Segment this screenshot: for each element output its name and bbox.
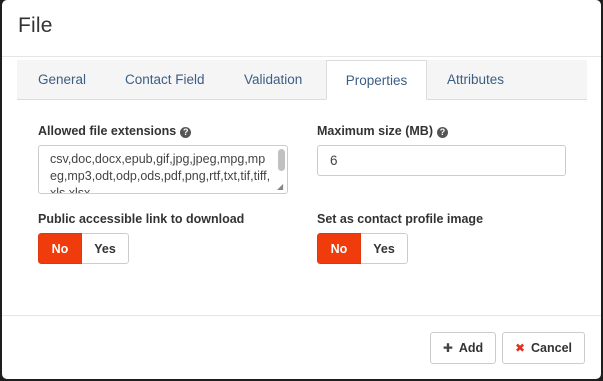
extensions-label: Allowed file extensions? (38, 124, 192, 138)
add-button-label: Add (458, 341, 484, 355)
header-divider (2, 56, 601, 57)
extensions-textarea[interactable]: csv,doc,docx,epub,gif,jpg,jpeg,mpg,mpeg,… (38, 145, 288, 194)
cancel-button-label: Cancel (531, 341, 573, 355)
tab-attributes[interactable]: Attributes (447, 60, 504, 100)
tab-bar: General Contact Field Validation Propert… (17, 60, 587, 100)
public-link-label: Public accessible link to download (38, 212, 245, 226)
max-size-input[interactable]: 6 (317, 145, 566, 176)
extensions-value: csv,doc,docx,epub,gif,jpg,jpeg,mpg,mpeg,… (50, 152, 271, 194)
tab-general[interactable]: General (38, 60, 86, 100)
extensions-label-text: Allowed file extensions (38, 124, 177, 138)
profile-image-yes-button[interactable]: Yes (361, 233, 408, 264)
dialog-title: File (18, 14, 53, 37)
x-icon: ✖ (514, 341, 526, 355)
tab-validation[interactable]: Validation (244, 60, 302, 100)
max-size-label-text: Maximum size (MB) (317, 124, 433, 138)
question-circle-icon[interactable]: ? (437, 127, 448, 138)
question-circle-icon[interactable]: ? (180, 127, 192, 138)
file-field-dialog: File General Contact Field Validation Pr… (2, 0, 601, 379)
public-link-yes-button[interactable]: Yes (82, 233, 129, 264)
footer-divider (2, 315, 601, 316)
public-link-no-button[interactable]: No (38, 233, 82, 264)
public-link-toggle: No Yes (38, 233, 129, 264)
profile-image-label: Set as contact profile image (317, 212, 484, 226)
tab-properties[interactable]: Properties (326, 60, 427, 100)
resize-handle-icon[interactable]: ◢ (277, 183, 285, 191)
profile-image-toggle: No Yes (317, 233, 408, 264)
plus-icon: ✚ (442, 341, 453, 355)
add-button[interactable]: ✚ Add (430, 332, 496, 364)
cancel-button[interactable]: ✖ Cancel (502, 332, 585, 364)
tab-contact-field[interactable]: Contact Field (125, 60, 205, 100)
profile-image-no-button[interactable]: No (317, 233, 361, 264)
textarea-scrollbar[interactable] (278, 149, 285, 171)
max-size-label: Maximum size (MB)? (317, 124, 448, 138)
